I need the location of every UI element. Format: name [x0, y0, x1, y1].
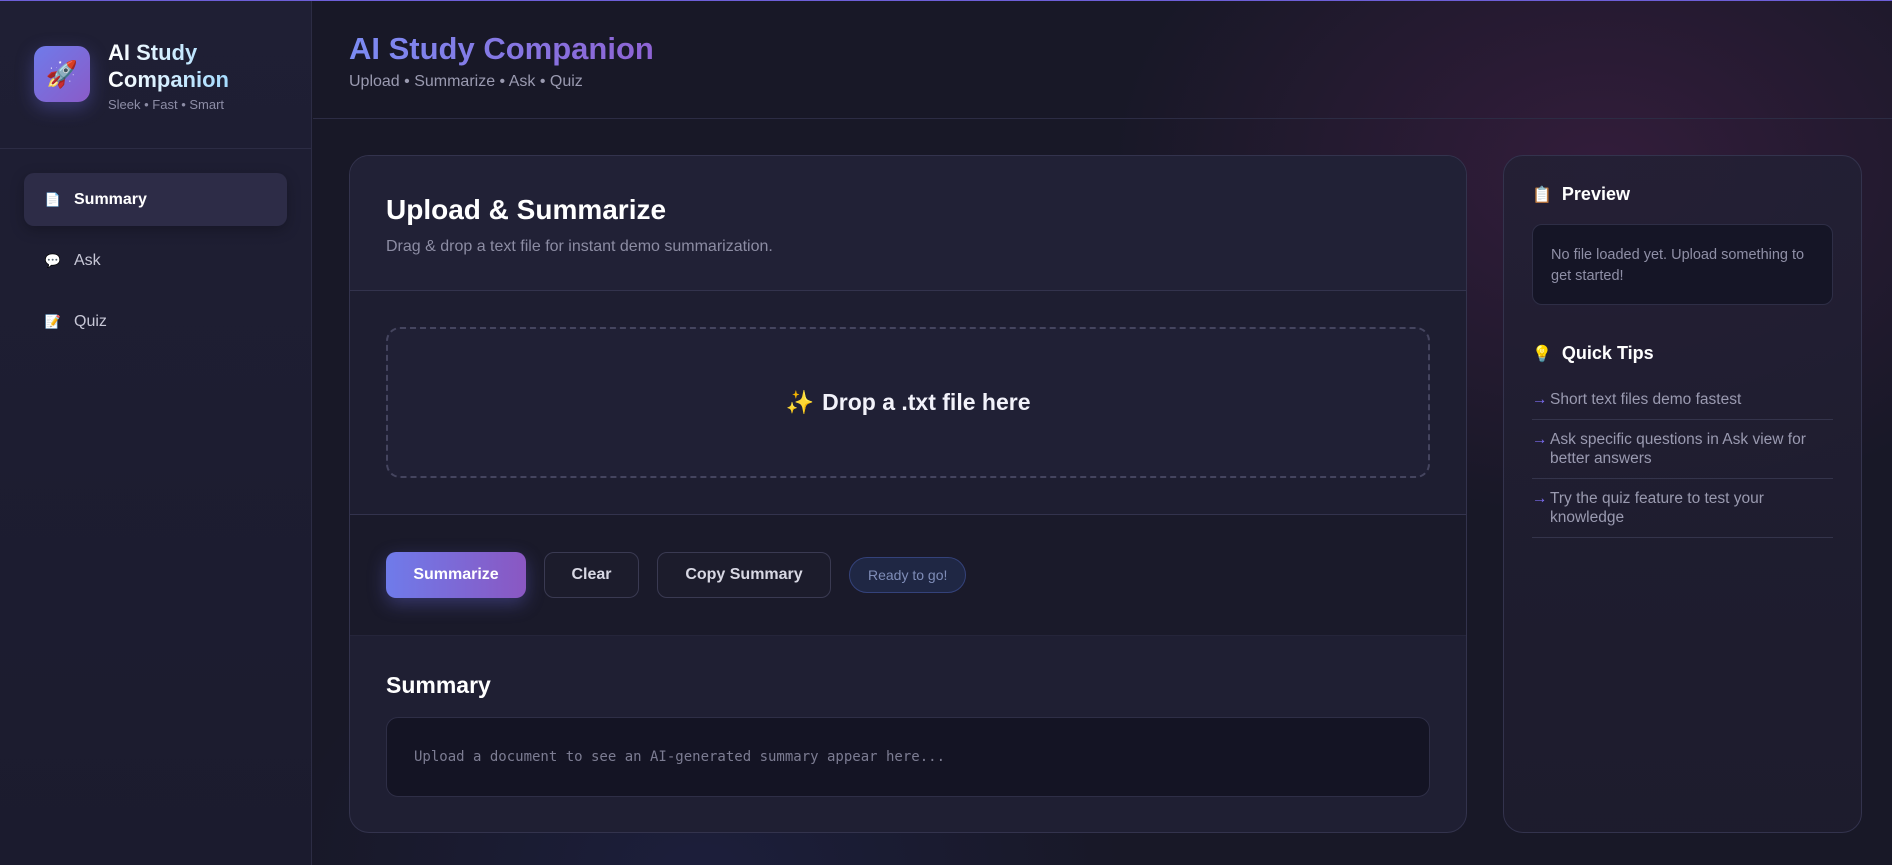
list-item: → Try the quiz feature to test your know… [1532, 479, 1833, 538]
action-bar: Summarize Clear Copy Summary Ready to go… [350, 515, 1466, 636]
preview-box: No file loaded yet. Upload something to … [1532, 224, 1833, 305]
tip-text: Short text files demo fastest [1550, 391, 1742, 408]
dropzone-wrapper: ✨ Drop a .txt file here [350, 291, 1466, 515]
preview-heading: 📋 Preview [1532, 184, 1833, 205]
page-title: AI Study Companion [349, 31, 654, 66]
page-subtitle: Upload • Summarize • Ask • Quiz [349, 73, 583, 90]
list-item: → Ask specific questions in Ask view for… [1532, 420, 1833, 479]
arrow-right-icon: → [1532, 490, 1548, 507]
document-icon: 📄 [44, 191, 62, 207]
tips-heading: 💡 Quick Tips [1532, 343, 1833, 364]
brand-text: AI Study Companion Sleek • Fast • Smart [108, 39, 258, 112]
sparkles-icon: ✨ [785, 389, 815, 415]
summarize-button[interactable]: Summarize [386, 552, 526, 598]
clear-button[interactable]: Clear [544, 552, 639, 598]
sidebar-item-ask[interactable]: 💬 Ask [24, 234, 287, 287]
section-description: Drag & drop a text file for instant demo… [386, 238, 773, 255]
rocket-icon: 🚀 [34, 46, 90, 102]
dropzone-label: Drop a .txt file here [822, 389, 1031, 415]
lightbulb-icon: 💡 [1532, 345, 1552, 363]
summary-output: Upload a document to see an AI-generated… [386, 717, 1430, 797]
upload-summarize-card: Upload & Summarize Drag & drop a text fi… [349, 155, 1467, 833]
preview-title: Preview [1561, 184, 1630, 204]
arrow-right-icon: → [1532, 431, 1548, 448]
summary-title: Summary [386, 672, 491, 698]
tip-text: Try the quiz feature to test your knowle… [1550, 490, 1764, 526]
status-badge: Ready to go! [849, 557, 967, 593]
sidebar-item-quiz[interactable]: 📝 Quiz [24, 295, 287, 348]
clipboard-icon: 📋 [1532, 186, 1552, 204]
file-dropzone[interactable]: ✨ Drop a .txt file here [386, 327, 1430, 478]
summary-section: Summary Upload a document to see an AI-g… [350, 636, 1466, 832]
sidebar-item-summary[interactable]: 📄 Summary [24, 173, 287, 226]
page-header: AI Study Companion Upload • Summarize • … [313, 1, 1892, 119]
copy-summary-button[interactable]: Copy Summary [657, 552, 831, 598]
tips-title: Quick Tips [1561, 343, 1654, 363]
list-item: → Short text files demo fastest [1532, 380, 1833, 420]
brand-title: AI Study Companion [108, 39, 258, 93]
info-panel: 📋 Preview No file loaded yet. Upload som… [1503, 155, 1862, 833]
brand-subtitle: Sleek • Fast • Smart [108, 97, 225, 112]
section-title: Upload & Summarize [386, 194, 667, 225]
section-header: Upload & Summarize Drag & drop a text fi… [350, 156, 1466, 291]
sidebar-item-label: Ask [74, 251, 101, 269]
memo-icon: 📝 [44, 313, 62, 329]
brand: 🚀 AI Study Companion Sleek • Fast • Smar… [0, 1, 311, 149]
arrow-right-icon: → [1532, 391, 1548, 408]
tip-text: Ask specific questions in Ask view for b… [1550, 431, 1806, 467]
sidebar-item-label: Quiz [74, 312, 107, 330]
tips-list: → Short text files demo fastest → Ask sp… [1532, 380, 1833, 538]
sidebar-item-label: Summary [74, 190, 147, 208]
speech-bubble-icon: 💬 [44, 252, 62, 268]
sidebar-nav: 📄 Summary 💬 Ask 📝 Quiz [0, 149, 311, 380]
sidebar: 🚀 AI Study Companion Sleek • Fast • Smar… [0, 1, 312, 865]
